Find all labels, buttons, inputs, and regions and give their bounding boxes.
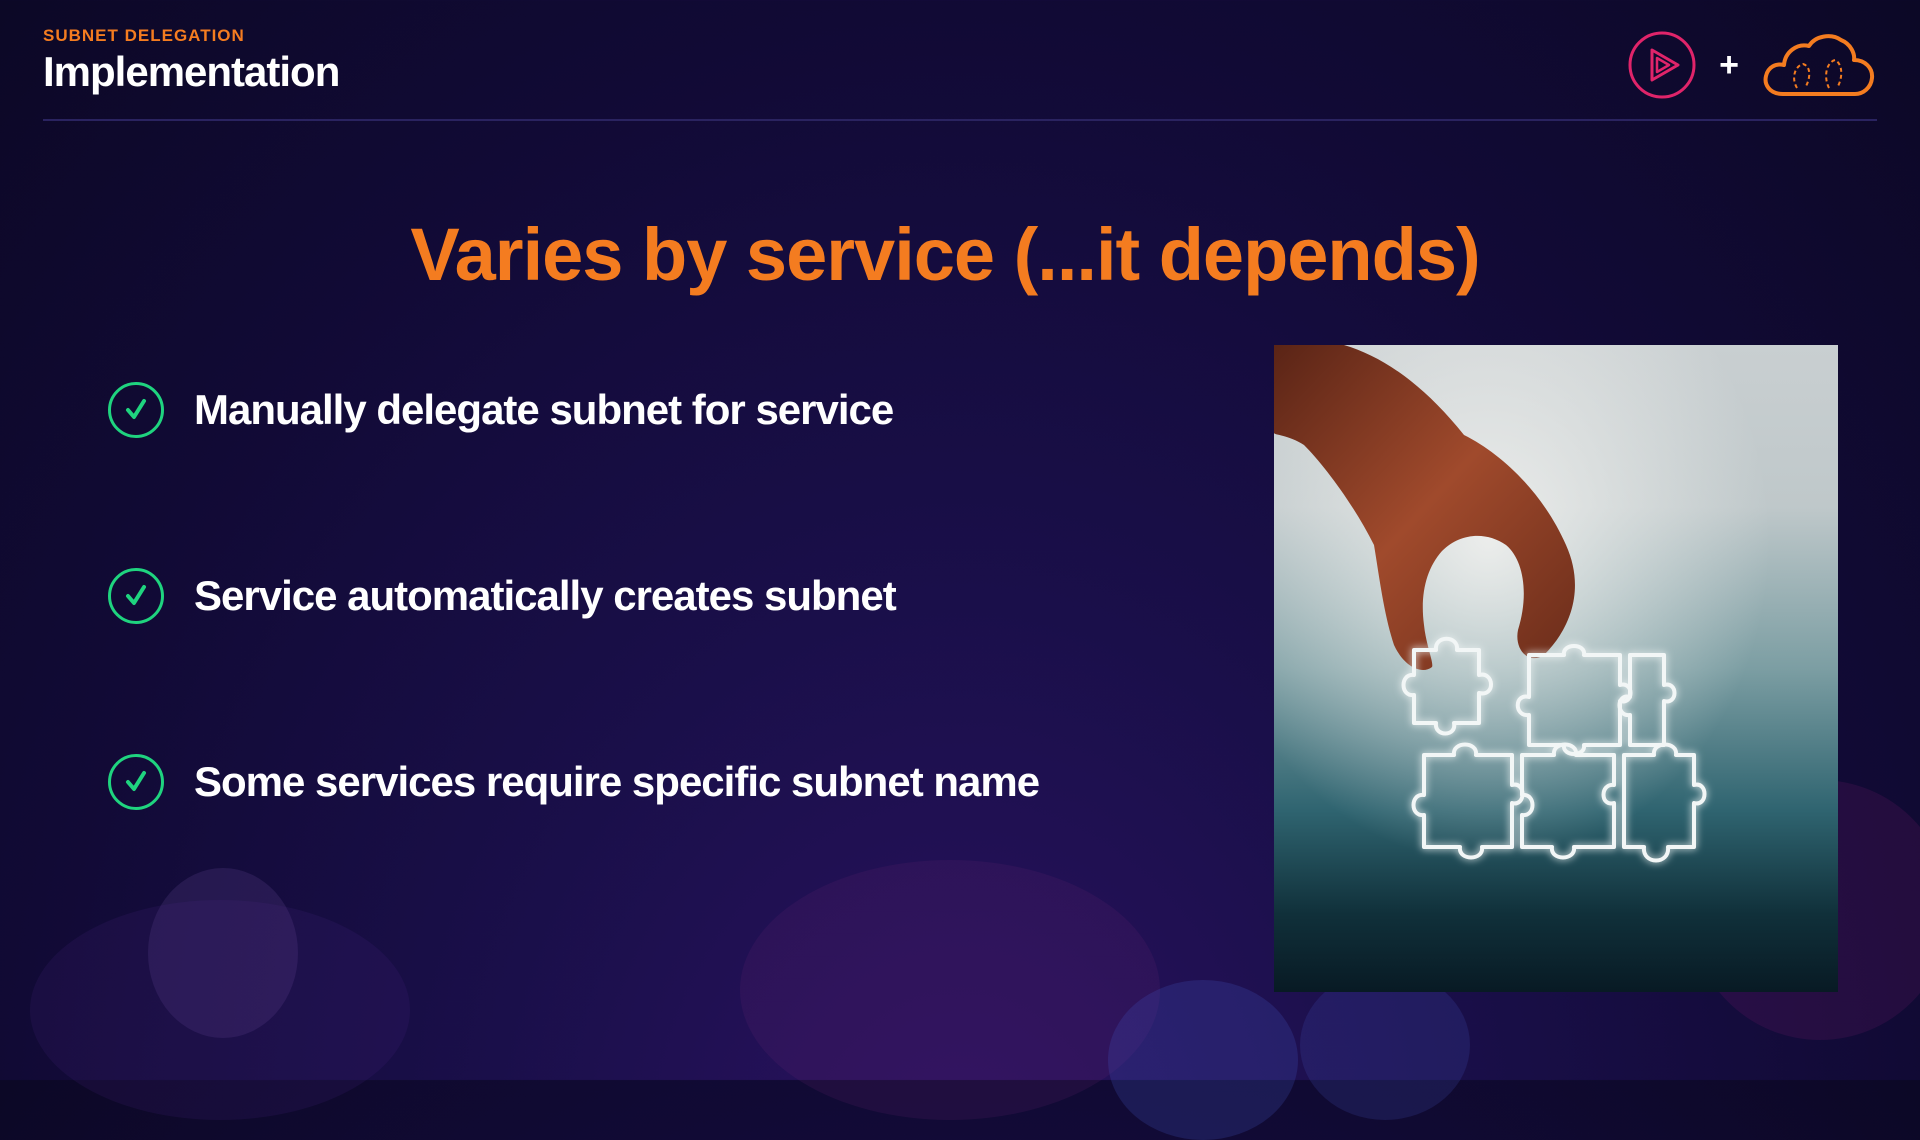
header-divider <box>43 119 1877 121</box>
check-icon <box>108 568 164 624</box>
bullet-text: Service automatically creates subnet <box>194 572 897 619</box>
bokeh-decoration <box>1300 970 1470 1120</box>
puzzle-illustration <box>1274 345 1838 992</box>
bokeh-decoration <box>1108 980 1298 1140</box>
slide-header: SUBNET DELEGATION Implementation <box>43 26 340 96</box>
check-icon <box>108 754 164 810</box>
bullet-text: Some services require specific subnet na… <box>194 758 1040 805</box>
slide-title: Implementation <box>43 48 340 95</box>
bullet-text: Manually delegate subnet for service <box>194 386 894 433</box>
section-eyebrow: SUBNET DELEGATION <box>43 26 245 45</box>
cloud-icon <box>1763 34 1875 96</box>
list-item: Some services require specific subnet na… <box>108 750 1040 814</box>
puzzle-image <box>1274 345 1838 992</box>
plus-sign: + <box>1719 46 1739 84</box>
list-item: Manually delegate subnet for service <box>108 378 1039 442</box>
play-icon <box>1628 31 1696 99</box>
check-icon <box>108 382 164 438</box>
brand-logos: + <box>1627 30 1877 100</box>
slide-headline: Varies by service (...it depends) <box>410 213 1480 296</box>
bullet-list: Manually delegate subnet for service Ser… <box>108 378 1040 936</box>
list-item: Service automatically creates subnet <box>108 564 1039 628</box>
